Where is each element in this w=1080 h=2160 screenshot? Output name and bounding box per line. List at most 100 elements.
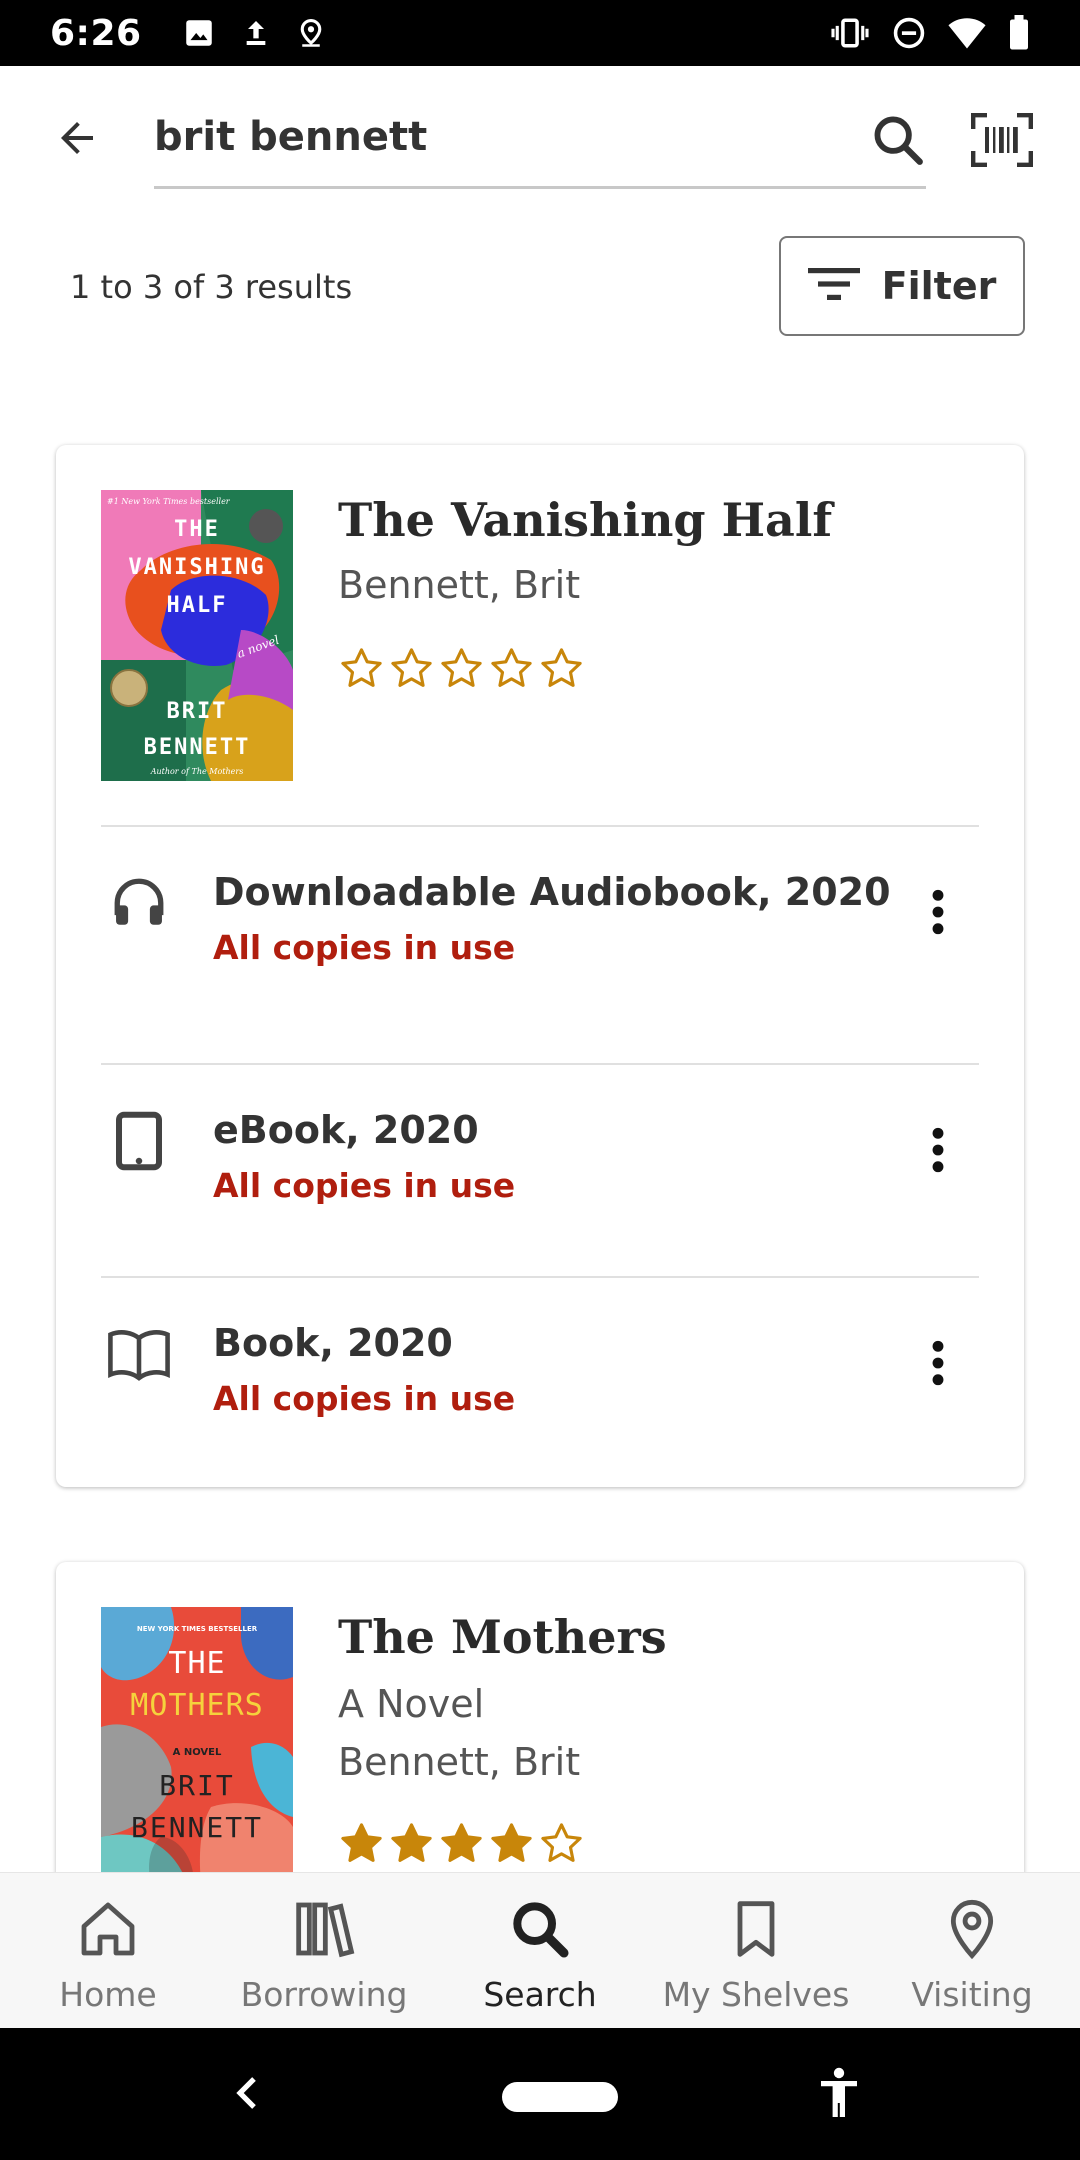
search-icon xyxy=(869,111,927,173)
bookmark-icon xyxy=(724,1897,788,1965)
vibrate-icon xyxy=(830,16,870,50)
more-options-button[interactable] xyxy=(910,878,966,950)
nav-label: Search xyxy=(483,1975,597,2014)
search-input[interactable] xyxy=(154,104,926,170)
availability-status: All copies in use xyxy=(213,1166,516,1205)
headphones-icon xyxy=(106,870,172,936)
barcode-scan-button[interactable] xyxy=(966,110,1038,174)
nav-label: My Shelves xyxy=(662,1975,850,2014)
book-author: Bennett, Brit xyxy=(338,563,581,607)
more-vert-icon xyxy=(931,1340,945,1390)
star-outline-icon xyxy=(388,645,435,696)
tablet-icon xyxy=(106,1108,172,1174)
system-back-button[interactable] xyxy=(222,2070,272,2120)
cover-badge: #1 New York Times bestseller xyxy=(107,497,231,506)
format-name[interactable]: eBook, 2020 xyxy=(213,1108,479,1152)
system-home-button[interactable] xyxy=(502,2082,618,2112)
location-pin-icon xyxy=(940,1897,1004,1965)
cover-title-line: MOTHERS xyxy=(130,1688,263,1723)
cover-author-line: BRIT xyxy=(167,699,228,724)
search-icon xyxy=(508,1897,572,1965)
search-header xyxy=(0,66,1080,206)
divider xyxy=(101,1276,979,1278)
nav-item-home[interactable]: Home xyxy=(0,1873,216,2028)
wifi-icon xyxy=(948,16,986,50)
book-cover[interactable]: NEW YORK TIMES BESTSELLER THE MOTHERS A … xyxy=(101,1607,293,1898)
search-button[interactable] xyxy=(866,110,930,174)
filter-icon xyxy=(807,266,860,306)
star-filled-icon xyxy=(388,1820,435,1871)
more-vert-icon xyxy=(931,889,945,939)
books-icon xyxy=(292,1897,356,1965)
nav-item-borrowing[interactable]: Borrowing xyxy=(216,1873,432,2028)
star-outline-icon xyxy=(538,1820,585,1871)
star-filled-icon xyxy=(438,1820,485,1871)
do-not-disturb-icon xyxy=(892,16,926,50)
bottom-navigation: Home Borrowing Search My Shelves Visitin… xyxy=(0,1872,1080,2028)
book-subtitle: A Novel xyxy=(338,1682,485,1726)
results-count: 1 to 3 of 3 results xyxy=(70,268,353,306)
search-underline xyxy=(154,186,926,189)
status-bar: 6:26 xyxy=(0,0,1080,66)
system-accessibility-button[interactable] xyxy=(814,2067,864,2123)
home-icon xyxy=(76,1897,140,1965)
filter-button[interactable]: Filter xyxy=(779,236,1025,336)
star-filled-icon xyxy=(488,1820,535,1871)
status-time: 6:26 xyxy=(50,12,142,54)
cover-title-line: THE xyxy=(174,517,220,542)
star-rating xyxy=(338,1820,585,1871)
nav-item-visiting[interactable]: Visiting xyxy=(864,1873,1080,2028)
chevron-left-icon xyxy=(234,2075,260,2115)
divider xyxy=(101,825,979,827)
upload-icon xyxy=(240,16,272,50)
book-title[interactable]: The Mothers xyxy=(338,1610,667,1664)
status-left-icons xyxy=(182,16,326,50)
format-row[interactable]: Downloadable Audiobook, 2020 All copies … xyxy=(56,870,1024,1070)
filter-label: Filter xyxy=(881,264,997,308)
cover-title-line: HALF xyxy=(167,593,228,618)
cover-badge: NEW YORK TIMES BESTSELLER xyxy=(137,1625,258,1633)
format-name[interactable]: Downloadable Audiobook, 2020 xyxy=(213,870,891,914)
battery-icon xyxy=(1008,15,1030,51)
cover-author-line: BENNETT xyxy=(131,1811,263,1844)
barcode-scan-icon xyxy=(970,112,1034,171)
star-filled-icon xyxy=(338,1820,385,1871)
format-row[interactable]: eBook, 2020 All copies in use xyxy=(56,1108,1024,1308)
book-author: Bennett, Brit xyxy=(338,1740,581,1784)
star-outline-icon xyxy=(438,645,485,696)
more-options-button[interactable] xyxy=(910,1116,966,1188)
back-button[interactable] xyxy=(42,110,112,170)
location-icon xyxy=(296,16,326,50)
availability-status: All copies in use xyxy=(213,1379,516,1418)
nav-item-search[interactable]: Search xyxy=(432,1873,648,2028)
arrow-back-icon xyxy=(53,114,101,166)
cover-title-line: VANISHING xyxy=(128,555,265,580)
nav-label: Borrowing xyxy=(240,1975,408,2014)
app-root: 6:26 brit bennett 1 to 3 of 3 results Fi… xyxy=(0,0,1080,2160)
book-title[interactable]: The Vanishing Half xyxy=(338,493,832,547)
nav-item-my-shelves[interactable]: My Shelves xyxy=(648,1873,864,2028)
star-rating xyxy=(338,645,585,696)
nav-label: Visiting xyxy=(911,1975,1033,2014)
cover-footer: Author of The Mothers xyxy=(150,767,244,776)
open-book-icon xyxy=(106,1321,172,1387)
book-cover[interactable]: #1 New York Times bestseller THE VANISHI… xyxy=(101,490,293,781)
more-options-button[interactable] xyxy=(910,1329,966,1401)
star-outline-icon xyxy=(338,645,385,696)
result-card: #1 New York Times bestseller THE VANISHI… xyxy=(56,445,1024,1487)
accessibility-icon xyxy=(817,2067,861,2123)
star-outline-icon xyxy=(488,645,535,696)
cover-author-line: BENNETT xyxy=(144,735,251,760)
status-right-icons xyxy=(830,15,1030,51)
format-row[interactable]: Book, 2020 All copies in use xyxy=(56,1321,1024,1521)
divider xyxy=(101,1063,979,1065)
more-vert-icon xyxy=(931,1127,945,1177)
cover-author-line: BRIT xyxy=(159,1769,234,1802)
cover-tagline: A NOVEL xyxy=(173,1747,222,1758)
availability-status: All copies in use xyxy=(213,928,516,967)
format-name[interactable]: Book, 2020 xyxy=(213,1321,453,1365)
system-navigation-bar xyxy=(0,2028,1080,2160)
nav-label: Home xyxy=(59,1975,157,2014)
star-outline-icon xyxy=(538,645,585,696)
image-icon xyxy=(182,16,216,50)
